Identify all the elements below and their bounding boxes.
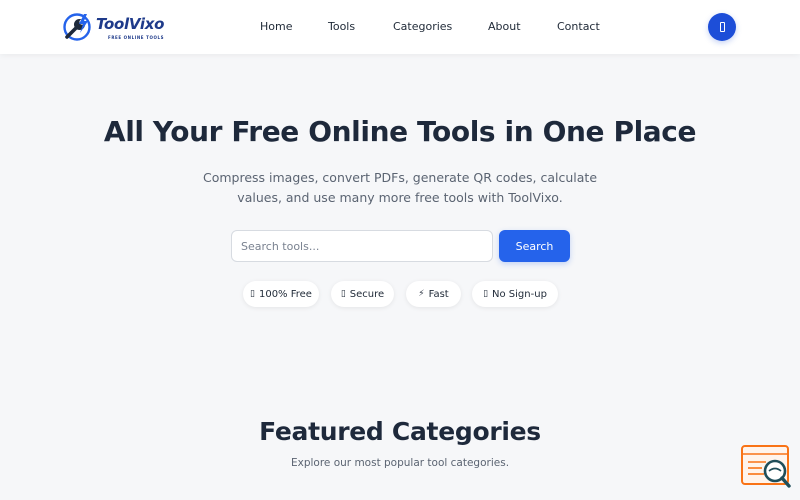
nav-tools[interactable]: Tools <box>328 19 355 34</box>
search-input[interactable] <box>231 230 493 262</box>
badge-no-signup: ▯ No Sign-up <box>472 281 558 307</box>
badge-secure: ▯ Secure <box>331 281 394 307</box>
badge-fast: ⚡ Fast <box>406 281 461 307</box>
search-button[interactable]: Search <box>499 230 570 262</box>
nav-contact[interactable]: Contact <box>557 19 600 34</box>
badge-free: ▯ 100% Free <box>243 281 319 307</box>
site-header: ToolVixo FREE ONLINE TOOLS Home Tools Ca… <box>0 0 800 54</box>
chat-widget-button[interactable] <box>740 444 792 490</box>
check-icon: ▯ <box>250 289 255 299</box>
hero-title: All Your Free Online Tools in One Place <box>103 115 697 148</box>
nav-home[interactable]: Home <box>260 19 292 34</box>
user-icon: ▯ <box>483 289 489 299</box>
theme-toggle-button[interactable] <box>708 13 736 41</box>
lightning-icon: ⚡ <box>418 289 425 299</box>
nav-categories[interactable]: Categories <box>393 19 452 34</box>
wrench-lightning-icon <box>63 13 91 41</box>
section-subtitle: Explore our most popular tool categories… <box>290 457 510 469</box>
badge-label: Secure <box>349 288 385 300</box>
theme-toggle-icon <box>719 22 725 32</box>
badge-label: 100% Free <box>258 288 312 300</box>
hero-subtitle: Compress images, convert PDFs, generate … <box>202 170 598 205</box>
section-title: Featured Categories <box>259 417 541 446</box>
lock-icon: ▯ <box>340 289 346 299</box>
brand-tagline: FREE ONLINE TOOLS <box>108 35 165 40</box>
nav-about[interactable]: About <box>488 19 521 34</box>
badge-label: Fast <box>428 288 449 300</box>
chat-search-icon <box>741 445 791 488</box>
badge-label: No Sign-up <box>492 288 547 300</box>
brand-logo[interactable]: ToolVixo FREE ONLINE TOOLS <box>62 11 172 43</box>
brand-name: ToolVixo <box>96 15 165 33</box>
